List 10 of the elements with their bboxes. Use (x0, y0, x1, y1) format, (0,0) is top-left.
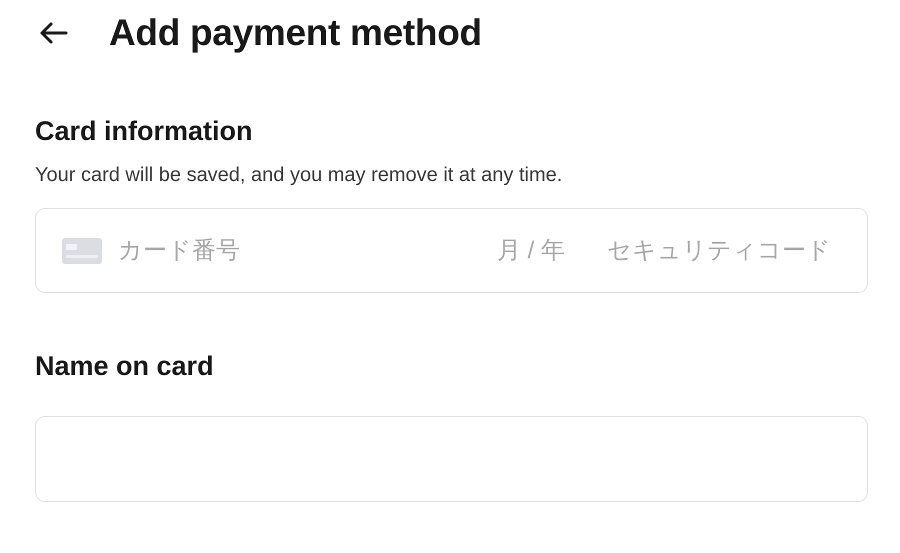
name-field[interactable] (35, 416, 868, 502)
section-heading: Card information (35, 115, 254, 148)
section-description: Your card will be saved, and you may remove it at any time. (35, 163, 564, 188)
card-number-field[interactable]: カード番号 (118, 232, 497, 268)
section-heading: Name on card (35, 350, 215, 383)
back-arrow-icon (38, 21, 68, 45)
expiry-field[interactable]: 月 / 年 (497, 232, 579, 268)
page-title: Add payment method (109, 11, 482, 56)
security-code-field[interactable]: セキュリティコード (607, 232, 847, 268)
card-icon (62, 238, 102, 264)
